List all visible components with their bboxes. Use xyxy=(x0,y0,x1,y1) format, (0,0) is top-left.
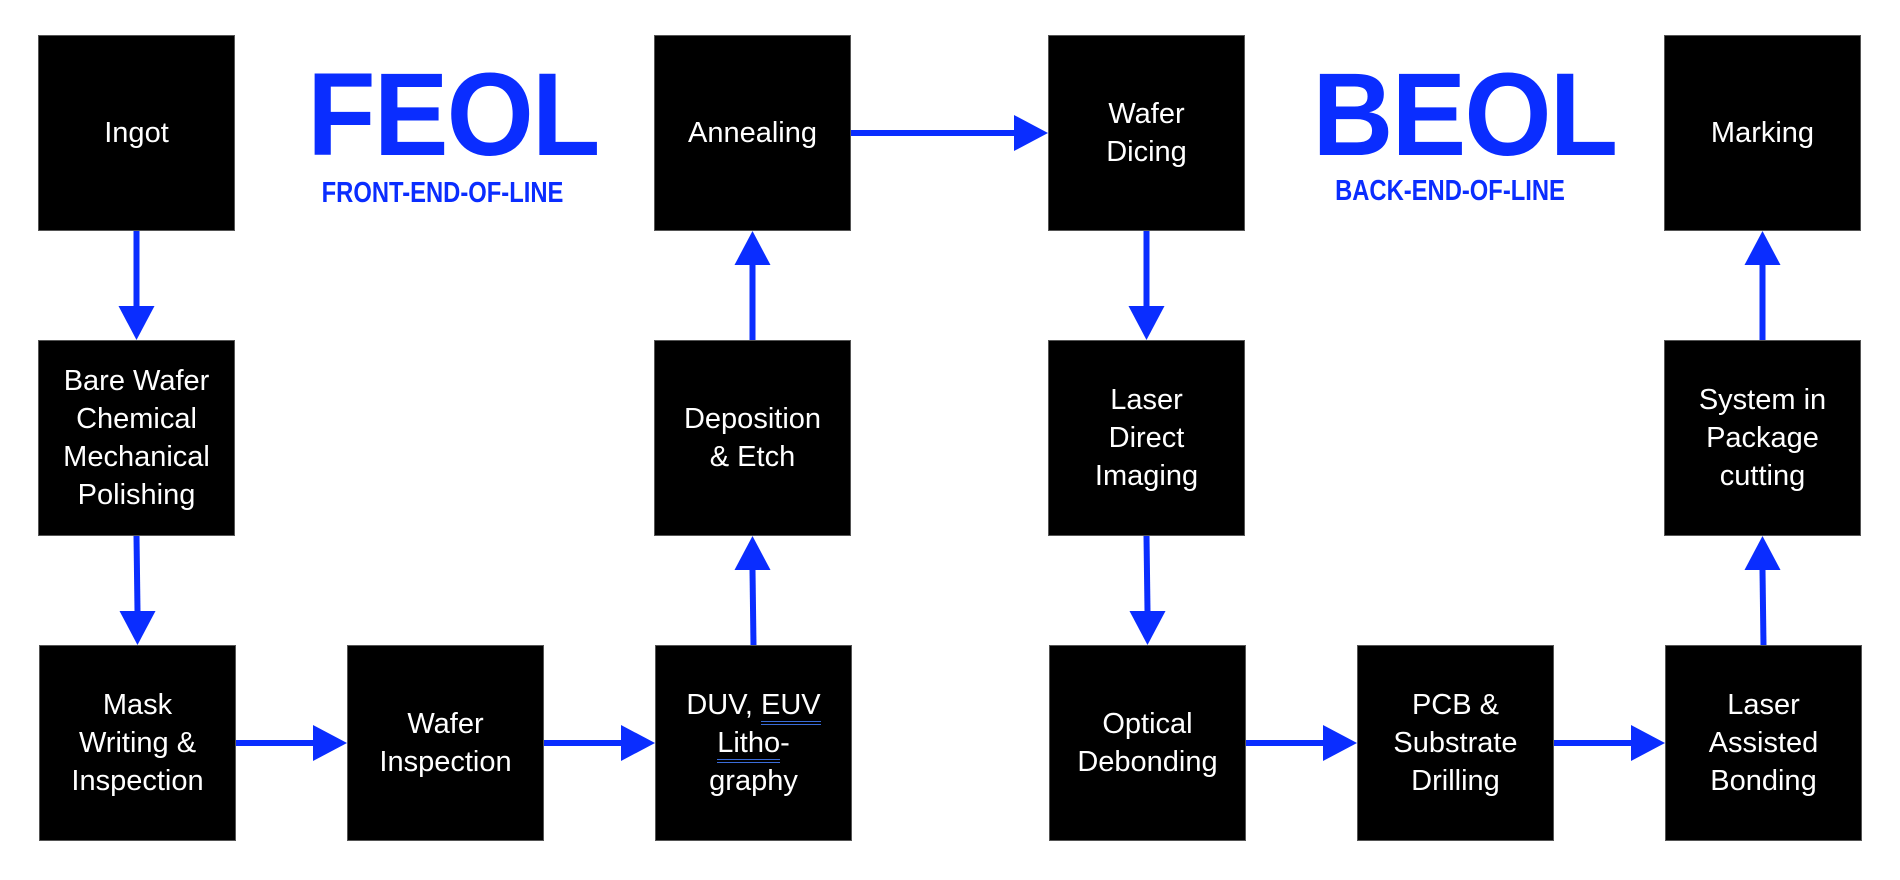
step-label: Substrate xyxy=(1393,727,1518,759)
arrow-head-icon xyxy=(734,231,771,265)
arrow-head-icon xyxy=(1631,725,1665,761)
arrow-head-icon xyxy=(1744,536,1781,570)
arrow-ingot-to-bare-wafer-cmp xyxy=(118,231,155,340)
step-label: Marking xyxy=(1710,117,1815,149)
step-label: Direct xyxy=(1108,422,1185,454)
step-label: Mask xyxy=(102,689,173,721)
step-label: cutting xyxy=(1719,460,1806,492)
step-label: Assisted xyxy=(1708,727,1819,759)
arrow-head-icon xyxy=(118,306,155,340)
step-marking: Marking xyxy=(1664,35,1861,231)
arrow-head-icon xyxy=(313,725,347,761)
step-annealing: Annealing xyxy=(654,35,851,231)
arrow-annealing-to-wafer-dicing xyxy=(851,115,1048,151)
step-bare-wafer-cmp: Bare Wafer Chemical Mechanical Polishing xyxy=(38,340,235,536)
arrow-deposition-etch-to-annealing xyxy=(734,231,771,340)
step-label: Inspection xyxy=(71,765,204,797)
step-label: & Etch xyxy=(709,441,796,473)
step-laser-assisted-bonding: Laser Assisted Bonding xyxy=(1665,645,1862,841)
arrow-head-icon xyxy=(1014,115,1048,151)
feol-subtitle: FRONT-END-OF-LINE xyxy=(321,177,564,209)
step-label: DUV, EUV xyxy=(686,686,821,725)
step-wafer-dicing: Wafer Dicing xyxy=(1048,35,1245,231)
step-label: Debonding xyxy=(1077,746,1218,778)
arrow-head-icon xyxy=(1323,725,1357,761)
step-label: Ingot xyxy=(104,117,169,149)
step-label: Laser xyxy=(1110,384,1183,416)
arrow-mask-writing-to-wafer-inspection xyxy=(236,725,347,761)
step-label: Package xyxy=(1706,422,1819,454)
step-deposition-etch: Deposition & Etch xyxy=(654,340,851,536)
arrow-shaft xyxy=(1759,569,1767,646)
step-label: graphy xyxy=(709,765,798,797)
step-label: Imaging xyxy=(1094,460,1199,492)
step-label: Annealing xyxy=(688,117,817,149)
arrow-shaft xyxy=(133,535,141,612)
step-laser-direct-imaging: Laser Direct Imaging xyxy=(1048,340,1245,536)
step-label: Bonding xyxy=(1710,765,1817,797)
arrow-head-icon xyxy=(119,611,156,645)
step-label: Polishing xyxy=(77,479,196,511)
step-pcb-drilling: PCB & Substrate Drilling xyxy=(1357,645,1554,841)
spellcheck-underline: EUV xyxy=(761,689,821,725)
step-ingot: Ingot xyxy=(38,35,235,231)
step-label: Drilling xyxy=(1411,765,1500,797)
step-wafer-inspection: Wafer Inspection xyxy=(347,645,544,841)
arrow-shaft xyxy=(1143,535,1151,612)
step-label: System in xyxy=(1698,384,1827,416)
step-mask-writing: Mask Writing & Inspection xyxy=(39,645,236,841)
arrow-head-icon xyxy=(734,536,771,570)
arrow-lithography-to-deposition-etch xyxy=(734,536,771,646)
step-label: Writing & xyxy=(78,727,197,759)
arrow-laser-direct-imaging-to-optical-debonding xyxy=(1129,535,1166,645)
arrow-laser-assisted-bonding-to-sip-cutting xyxy=(1744,536,1781,646)
step-sip-cutting: System in Package cutting xyxy=(1664,340,1861,536)
step-label: Wafer xyxy=(1108,98,1185,130)
step-label: Optical xyxy=(1102,708,1193,740)
arrow-head-icon xyxy=(1129,611,1166,645)
arrow-head-icon xyxy=(621,725,655,761)
step-label: Inspection xyxy=(379,746,512,778)
spellcheck-underline: Litho xyxy=(717,727,781,763)
feol-title: FEOL xyxy=(307,49,600,181)
arrow-wafer-inspection-to-lithography xyxy=(544,725,655,761)
arrow-bare-wafer-cmp-to-mask-writing xyxy=(119,535,156,645)
arrow-optical-debonding-to-pcb-drilling xyxy=(1246,725,1357,761)
step-label: Dicing xyxy=(1106,136,1187,168)
step-lithography: DUV, EUV Litho- graphy xyxy=(655,645,852,841)
arrow-pcb-drilling-to-laser-assisted-bonding xyxy=(1554,725,1665,761)
step-label: PCB & xyxy=(1411,689,1499,721)
step-label: Bare Wafer xyxy=(63,365,210,397)
step-label: Mechanical xyxy=(63,441,210,473)
step-label: Laser xyxy=(1727,689,1800,721)
beol-subtitle: BACK-END-OF-LINE xyxy=(1335,175,1565,207)
arrow-sip-cutting-to-marking xyxy=(1744,231,1781,340)
arrow-head-icon xyxy=(1128,306,1165,340)
step-label: Chemical xyxy=(76,403,197,435)
step-label: Wafer xyxy=(407,708,484,740)
beol-title: BEOL xyxy=(1312,49,1618,181)
arrow-head-icon xyxy=(1744,231,1781,265)
step-optical-debonding: Optical Debonding xyxy=(1049,645,1246,841)
step-label: Litho- xyxy=(686,724,820,763)
step-label: Deposition xyxy=(683,403,822,435)
arrow-shaft xyxy=(749,569,757,646)
arrow-wafer-dicing-to-laser-direct-imaging xyxy=(1128,231,1165,340)
